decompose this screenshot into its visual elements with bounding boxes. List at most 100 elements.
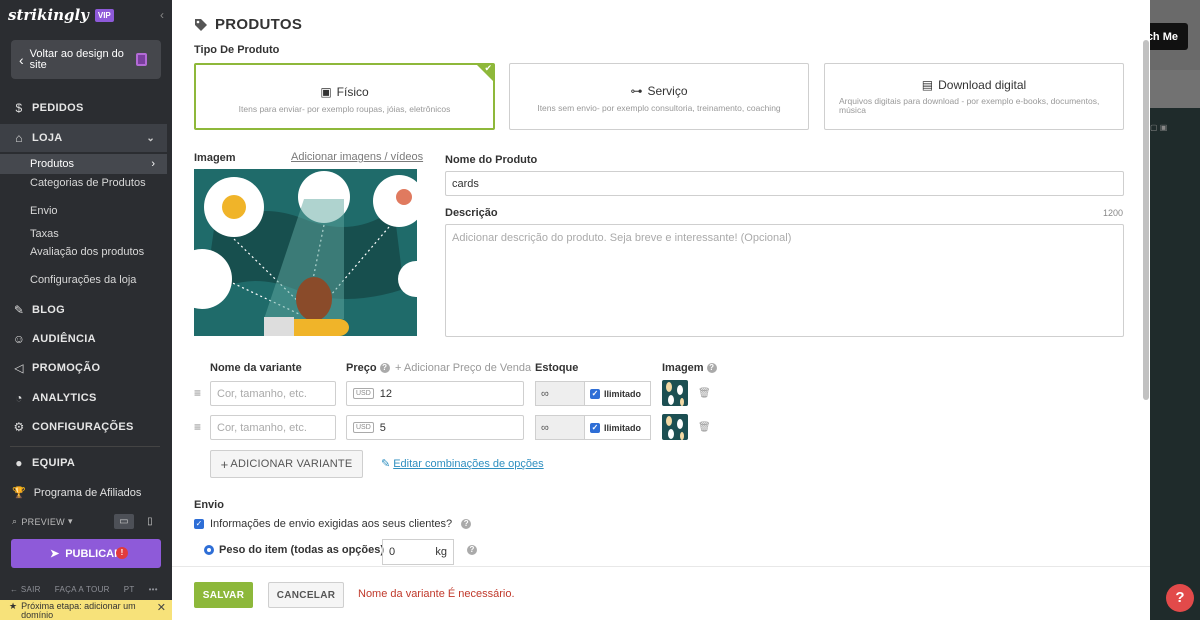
add-sale-price-link[interactable]: + Adicionar Preço de Venda bbox=[395, 362, 531, 374]
variant-image-thumb[interactable] bbox=[662, 380, 688, 406]
nav-label: EQUIPA bbox=[32, 457, 76, 469]
tour-link[interactable]: FAÇA A TOUR bbox=[55, 585, 110, 594]
nav-promocao[interactable]: ◁ PROMOÇÃO bbox=[0, 354, 167, 382]
trash-icon[interactable]: 🗑 bbox=[698, 422, 711, 433]
nav-pedidos[interactable]: $ PEDIDOS bbox=[0, 94, 167, 122]
sidebar-item-produtos[interactable]: Produtos › bbox=[0, 154, 167, 174]
unlimited-checkbox[interactable]: ✓ Ilimitado bbox=[585, 415, 651, 440]
variant-image-thumb[interactable] bbox=[662, 414, 688, 440]
nav-audiencia[interactable]: ☺ AUDIÊNCIA bbox=[0, 325, 167, 353]
type-desc: Arquivos digitais para download - por ex… bbox=[839, 96, 1100, 115]
pages-icon bbox=[136, 53, 147, 66]
shipping-required-checkbox[interactable]: ✓ Informações de envio exigidas aos seus… bbox=[194, 518, 472, 530]
description-textarea[interactable]: Adicionar descrição do produto. Seja bre… bbox=[445, 224, 1124, 337]
product-image[interactable] bbox=[194, 169, 417, 336]
sidebar-item-envio[interactable]: Envio bbox=[0, 206, 167, 217]
product-illustration bbox=[194, 169, 417, 336]
help-icon[interactable]: ? bbox=[467, 545, 477, 555]
pen-icon: ✎ bbox=[13, 303, 25, 317]
description-label: Descrição bbox=[445, 207, 498, 219]
variant-name-input[interactable]: Cor, tamanho, etc. bbox=[210, 381, 336, 406]
help-chat-button[interactable]: ? bbox=[1166, 584, 1194, 612]
team-icon: ● bbox=[15, 456, 23, 470]
next-step-banner[interactable]: ★ Próxima etapa: adicionar um domínio ✕ bbox=[0, 600, 172, 620]
affiliates-link[interactable]: 🏆 Programa de Afiliados bbox=[12, 486, 142, 500]
save-button[interactable]: SALVAR bbox=[194, 582, 253, 608]
sub-label: Produtos bbox=[30, 158, 75, 170]
type-card-download[interactable]: ▤ Download digital Arquivos digitais par… bbox=[824, 63, 1124, 130]
collapse-sidebar-icon[interactable]: ‹ bbox=[160, 8, 164, 22]
stock-input[interactable]: ∞ bbox=[535, 381, 585, 406]
close-icon[interactable]: ✕ bbox=[157, 603, 166, 614]
nav-analytics[interactable]: ◔ ANALYTICS bbox=[0, 384, 167, 412]
back-label: Voltar ao design do site bbox=[29, 47, 124, 71]
help-icon[interactable]: ? bbox=[706, 363, 717, 374]
search-icon: ⌕ bbox=[12, 516, 18, 526]
chevron-right-icon: › bbox=[151, 158, 155, 170]
drag-handle-icon[interactable]: ≡ bbox=[194, 386, 201, 400]
language-link[interactable]: PT bbox=[124, 585, 135, 594]
nav-label: BLOG bbox=[32, 304, 65, 316]
price-header: Preço? bbox=[346, 362, 390, 374]
checkbox-checked-icon: ✓ bbox=[590, 388, 600, 399]
stock-input[interactable]: ∞ bbox=[535, 415, 585, 440]
cancel-button[interactable]: CANCELAR bbox=[268, 582, 344, 608]
pie-chart-icon: ◔ bbox=[15, 391, 23, 405]
price-input[interactable]: USD 12 bbox=[346, 381, 524, 406]
sidebar-item-taxas[interactable]: Taxas bbox=[0, 229, 167, 240]
thumb-pattern bbox=[666, 416, 684, 440]
weight-radio[interactable]: Peso do item (todas as opções) bbox=[204, 544, 384, 556]
trash-icon[interactable]: 🗑 bbox=[698, 388, 711, 399]
trophy-icon: 🏆 bbox=[12, 487, 26, 499]
nav-configuracoes[interactable]: ⚙ CONFIGURAÇÕES bbox=[0, 413, 167, 441]
tag-icon bbox=[195, 18, 207, 31]
nav-blog[interactable]: ✎ BLOG bbox=[0, 296, 167, 324]
publish-button[interactable]: ➤ PUBLICAR ! bbox=[11, 539, 161, 568]
chevron-down-icon: ▾ bbox=[67, 516, 73, 526]
stock-header: Estoque bbox=[535, 362, 579, 374]
stock-control: ∞ ✓ Ilimitado bbox=[535, 381, 651, 406]
type-card-fisico[interactable]: ✔ ▣ Físico Itens para enviar- por exempl… bbox=[194, 63, 495, 130]
unlimited-checkbox[interactable]: ✓ Ilimitado bbox=[585, 381, 651, 406]
type-card-servico[interactable]: ⊶ Serviço Itens sem envio- por exemplo c… bbox=[509, 63, 809, 130]
preview-dropdown[interactable]: PREVIEW bbox=[21, 517, 65, 527]
type-title: ▣ Físico bbox=[320, 85, 369, 99]
exit-link[interactable]: ← SAIR bbox=[10, 585, 41, 594]
nav-equipa[interactable]: ● EQUIPA bbox=[0, 449, 167, 477]
drag-handle-icon[interactable]: ≡ bbox=[194, 420, 201, 434]
add-variant-button[interactable]: + ADICIONAR VARIANTE bbox=[210, 450, 363, 478]
desktop-icon[interactable]: ▭ bbox=[114, 514, 134, 529]
media-icon: ▢ ▣ bbox=[1150, 123, 1168, 132]
site-preview-background bbox=[1150, 0, 1200, 620]
next-step-text: Próxima etapa: adicionar um domínio bbox=[21, 601, 136, 620]
price-input[interactable]: USD 5 bbox=[346, 415, 524, 440]
sidebar-item-categorias[interactable]: Categorias de Produtos bbox=[0, 178, 167, 189]
affiliates-label: Programa de Afiliados bbox=[33, 486, 142, 499]
dumbbell-icon: ⊶ bbox=[630, 84, 643, 98]
scrollbar[interactable] bbox=[1143, 40, 1149, 400]
more-icon[interactable]: ••• bbox=[149, 585, 158, 594]
logo[interactable]: strikingly bbox=[8, 6, 89, 24]
product-editor-panel: PRODUTOS Tipo De Produto ✔ ▣ Físico Iten… bbox=[172, 0, 1150, 620]
thumb-pattern bbox=[666, 382, 684, 406]
edit-option-combinations-link[interactable]: ✎ Editar combinações de opções bbox=[381, 457, 544, 470]
product-name-input[interactable]: cards bbox=[445, 171, 1124, 196]
sidebar-item-config-loja[interactable]: Configurações da loja bbox=[0, 275, 167, 286]
sidebar: strikingly VIP ‹ ‹ Voltar ao design do s… bbox=[0, 0, 172, 620]
add-images-link[interactable]: Adicionar imagens / vídeos bbox=[291, 151, 423, 163]
store-icon: ⌂ bbox=[15, 131, 23, 145]
help-icon[interactable]: ? bbox=[461, 519, 472, 529]
plus-icon: + bbox=[220, 456, 229, 472]
chevron-left-icon: ‹ bbox=[19, 51, 24, 68]
help-icon[interactable]: ? bbox=[379, 363, 390, 374]
gear-icon: ⚙ bbox=[13, 420, 25, 434]
preview-row: ⌕ PREVIEW ▾ ▭ ▯ bbox=[12, 514, 160, 529]
sidebar-item-avaliacao[interactable]: Avaliação dos produtos bbox=[0, 247, 167, 258]
weight-input[interactable]: 0 kg bbox=[382, 539, 454, 565]
nav-loja[interactable]: ⌂ LOJA ⌄ bbox=[0, 124, 167, 152]
variant-image-header: Imagem? bbox=[662, 362, 717, 374]
back-to-site-design-button[interactable]: ‹ Voltar ao design do site bbox=[11, 40, 161, 79]
variant-name-input[interactable]: Cor, tamanho, etc. bbox=[210, 415, 336, 440]
mobile-icon[interactable]: ▯ bbox=[140, 514, 160, 529]
preview-band bbox=[1150, 70, 1200, 108]
